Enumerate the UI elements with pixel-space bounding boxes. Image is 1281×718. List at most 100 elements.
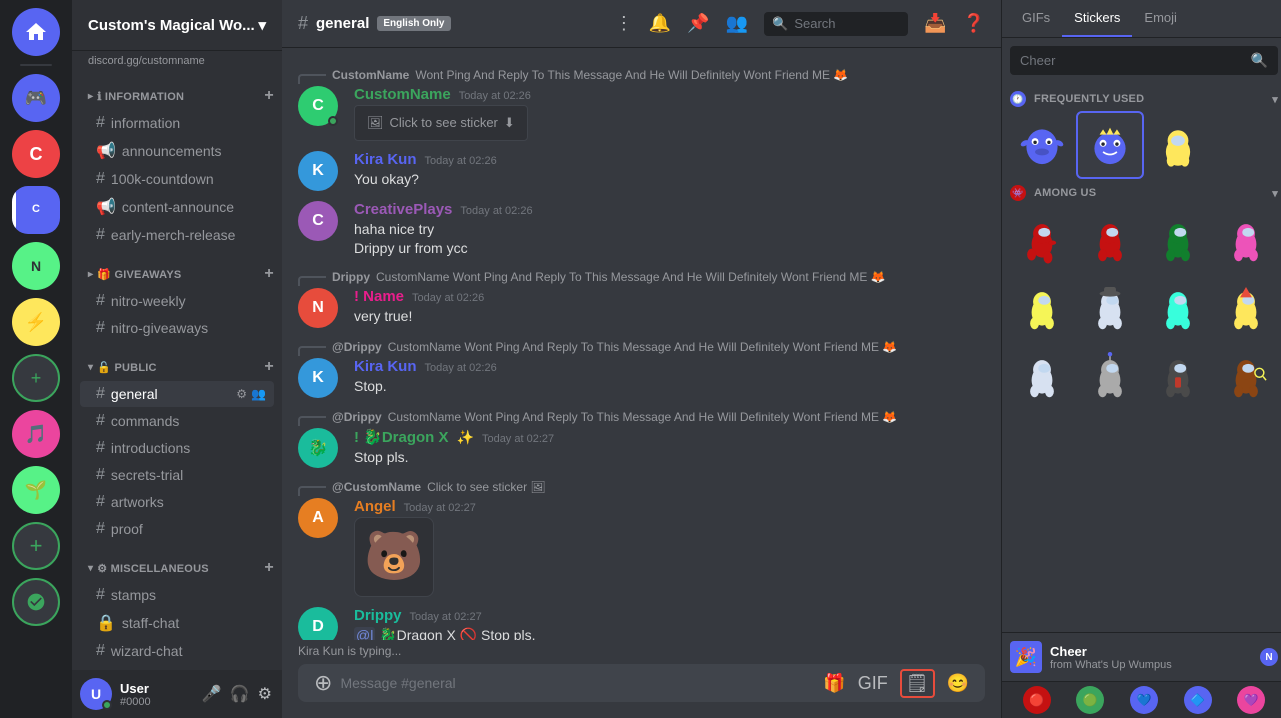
nitro-icon: N: [1260, 648, 1278, 666]
pin-button[interactable]: 📌: [687, 13, 709, 34]
sticker-among-detective[interactable]: [1214, 343, 1278, 407]
message-author[interactable]: ! 🐉Dragon X: [354, 428, 449, 446]
channel-staff-chat[interactable]: 🔒 staff-chat: [80, 609, 274, 637]
deafen-button[interactable]: 🎧: [228, 682, 252, 706]
server-icon-4[interactable]: ⚡: [12, 298, 60, 346]
sticker-among-spy[interactable]: [1146, 343, 1210, 407]
reply-line-icon: [298, 486, 326, 496]
add-channel-button[interactable]: +: [264, 265, 274, 283]
reply-indicator: CustomName Wont Ping And Reply To This M…: [282, 64, 1001, 84]
add-channel-button[interactable]: +: [264, 87, 274, 105]
channel-information[interactable]: # information: [80, 110, 274, 136]
settings-button[interactable]: ⚙: [256, 682, 274, 706]
message-author[interactable]: Kira Kun: [354, 358, 417, 375]
home-button[interactable]: [12, 8, 60, 56]
sticker-among-white-hat[interactable]: [1078, 275, 1142, 339]
sticker-among-robot[interactable]: [1078, 343, 1142, 407]
category-button-5[interactable]: 💜: [1237, 686, 1265, 714]
channel-artworks[interactable]: # artworks: [80, 489, 274, 515]
gif-button[interactable]: GIF: [858, 673, 888, 694]
category-misc[interactable]: ▾ ⚙ MISCELLANEOUS +: [72, 543, 282, 581]
message-author[interactable]: CreativePlays: [354, 201, 452, 218]
inbox-button[interactable]: 📥: [924, 13, 946, 34]
gift-button[interactable]: 🎁: [823, 673, 845, 694]
category-button-3[interactable]: 💙: [1130, 686, 1158, 714]
server-icon-custom[interactable]: C: [12, 186, 60, 234]
sticker-yellow-man[interactable]: [1146, 113, 1210, 177]
channel-100k-countdown[interactable]: # 100k-countdown: [80, 166, 274, 192]
sticker-click[interactable]: 🖼 Click to see sticker ⬇: [354, 105, 528, 141]
server-icon-6[interactable]: 🎵: [12, 410, 60, 458]
channel-announcements[interactable]: 📢 announcements: [80, 137, 274, 165]
server-icon-1[interactable]: 🎮: [12, 74, 60, 122]
message-author[interactable]: Kira Kun: [354, 151, 417, 168]
sticker-among-yellow[interactable]: [1010, 275, 1074, 339]
channel-nitro-weekly[interactable]: # nitro-weekly: [80, 288, 274, 314]
sticker-among-pink[interactable]: [1214, 207, 1278, 271]
inline-text: 🐉Dragon X: [379, 627, 456, 640]
mute-button[interactable]: 🎤: [200, 682, 224, 706]
channel-general[interactable]: # general ⚙ 👥: [80, 381, 274, 407]
sticker-display[interactable]: 🐻: [354, 517, 434, 597]
sticker-among-white[interactable]: [1010, 343, 1074, 407]
category-information[interactable]: ▸ ℹ INFORMATION +: [72, 71, 282, 109]
server-icon-7[interactable]: 🌱: [12, 466, 60, 514]
help-button[interactable]: ❓: [963, 13, 985, 34]
channel-icon: #: [96, 586, 105, 604]
channel-icon: #: [96, 319, 105, 337]
channel-commands[interactable]: # commands: [80, 408, 274, 434]
search-bar[interactable]: 🔍 Search: [764, 12, 908, 36]
add-channel-button[interactable]: +: [264, 358, 274, 376]
server-header[interactable]: Custom's Magical Wo... ▾: [72, 0, 282, 51]
channel-introductions[interactable]: # introductions: [80, 435, 274, 461]
members-button[interactable]: 👥: [726, 13, 748, 34]
avatar: 🐉: [298, 428, 338, 468]
message-author[interactable]: Drippy: [354, 607, 402, 624]
channel-nitro-giveaways[interactable]: # nitro-giveaways: [80, 315, 274, 341]
sticker-button[interactable]: 🗒: [900, 669, 935, 698]
channel-sidebar: Custom's Magical Wo... ▾ discord.gg/cust…: [72, 0, 282, 718]
threads-button[interactable]: ⋮: [615, 13, 633, 34]
channel-icon: #: [96, 412, 105, 430]
category-button-4[interactable]: 🔷: [1184, 686, 1212, 714]
category-public[interactable]: ▾ 🔓 PUBLIC +: [72, 342, 282, 380]
sticker-among-red-run[interactable]: [1010, 207, 1074, 271]
tab-emoji[interactable]: Emoji: [1132, 0, 1189, 37]
channel-badges: ⚙ 👥: [236, 387, 266, 401]
add-server-button[interactable]: +: [12, 522, 60, 570]
recent-stickers-button[interactable]: 🔴: [1023, 686, 1051, 714]
notifications-button[interactable]: 🔔: [649, 13, 671, 34]
channel-wizard-chat[interactable]: # wizard-chat: [80, 638, 274, 664]
sticker-search-input[interactable]: [1020, 53, 1243, 68]
channel-proof[interactable]: # proof: [80, 516, 274, 542]
emoji-button[interactable]: 😊: [947, 673, 969, 694]
explore-button[interactable]: [12, 578, 60, 626]
add-channel-button[interactable]: +: [264, 559, 274, 577]
message-input[interactable]: [340, 664, 815, 702]
add-attachment-button[interactable]: ⊕: [314, 670, 332, 696]
message-content: CreativePlays Today at 02:26 haha nice t…: [354, 201, 985, 259]
channel-early-merch-release[interactable]: # early-merch-release: [80, 222, 274, 248]
message-author[interactable]: Angel: [354, 498, 396, 515]
sticker-among-red[interactable]: [1078, 207, 1142, 271]
channel-stamps[interactable]: # stamps: [80, 582, 274, 608]
server-icon-2[interactable]: C: [12, 130, 60, 178]
sticker-among-green[interactable]: [1146, 207, 1210, 271]
tab-gifs[interactable]: GIFs: [1010, 0, 1062, 37]
category-button-2[interactable]: 🟢: [1076, 686, 1104, 714]
message-author[interactable]: ! Name: [354, 288, 404, 305]
sticker-blob-party[interactable]: [1010, 113, 1074, 177]
category-giveaways[interactable]: ▸ 🎁 GIVEAWAYS +: [72, 249, 282, 287]
sticker-source-name: What's Up Wumpus: [1075, 659, 1172, 671]
tab-stickers[interactable]: Stickers: [1062, 0, 1132, 37]
message-author[interactable]: CustomName: [354, 86, 451, 103]
server-icon-3[interactable]: N: [12, 242, 60, 290]
sticker-among-cyan[interactable]: [1146, 275, 1210, 339]
user-discriminator: #0000: [120, 696, 192, 708]
sticker-discord-wave[interactable]: [1078, 113, 1142, 177]
server-icon-5[interactable]: +: [12, 354, 60, 402]
sticker-among-yellow2[interactable]: [1214, 275, 1278, 339]
channel-content-announce[interactable]: 📢 content-announce: [80, 193, 274, 221]
channel-icon: #: [96, 114, 105, 132]
channel-secrets-trial[interactable]: # secrets-trial: [80, 462, 274, 488]
